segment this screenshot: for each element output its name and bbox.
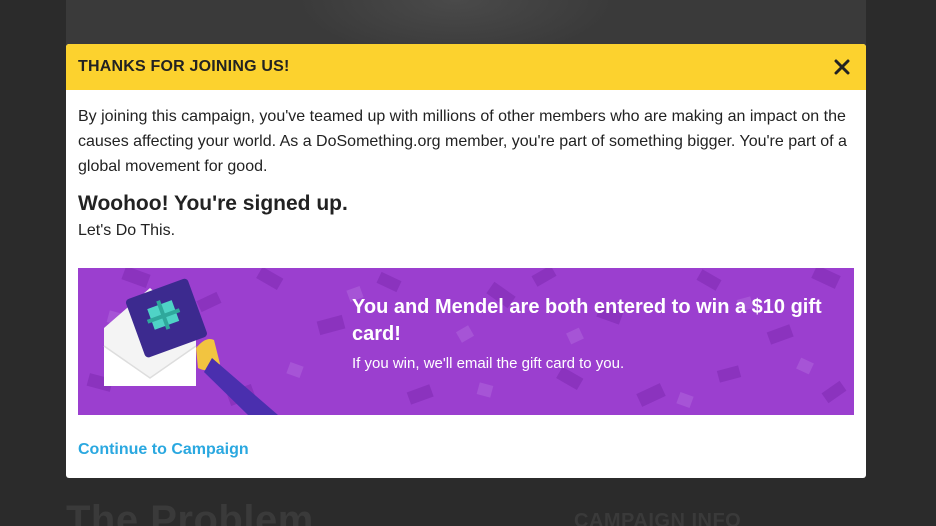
prize-text: You and Mendel are both entered to win a…: [352, 294, 832, 374]
lets-do-this-text: Let's Do This.: [78, 222, 176, 239]
prize-headline: You and Mendel are both entered to win a…: [352, 296, 822, 345]
intro-text: By joining this campaign, you've teamed …: [78, 108, 847, 175]
background-side-heading: CAMPAIGN INFO: [574, 510, 742, 526]
close-icon: [834, 59, 850, 75]
prize-banner: You and Mendel are both entered to win a…: [78, 268, 854, 415]
gift-card-envelope-icon: [103, 278, 278, 415]
modal-header: THANKS FOR JOINING US!: [66, 44, 866, 90]
signed-up-heading: Woohoo! You're signed up.: [78, 192, 348, 215]
modal-title: THANKS FOR JOINING US!: [78, 58, 290, 75]
continue-to-campaign-link[interactable]: Continue to Campaign: [78, 441, 249, 459]
prize-subtext: If you win, we'll email the gift card to…: [352, 355, 625, 372]
modal-body: By joining this campaign, you've teamed …: [66, 90, 866, 459]
signup-modal: THANKS FOR JOINING US! By joining this c…: [66, 44, 866, 478]
background-page-heading: The Problem: [66, 498, 314, 526]
close-button[interactable]: [830, 55, 854, 79]
